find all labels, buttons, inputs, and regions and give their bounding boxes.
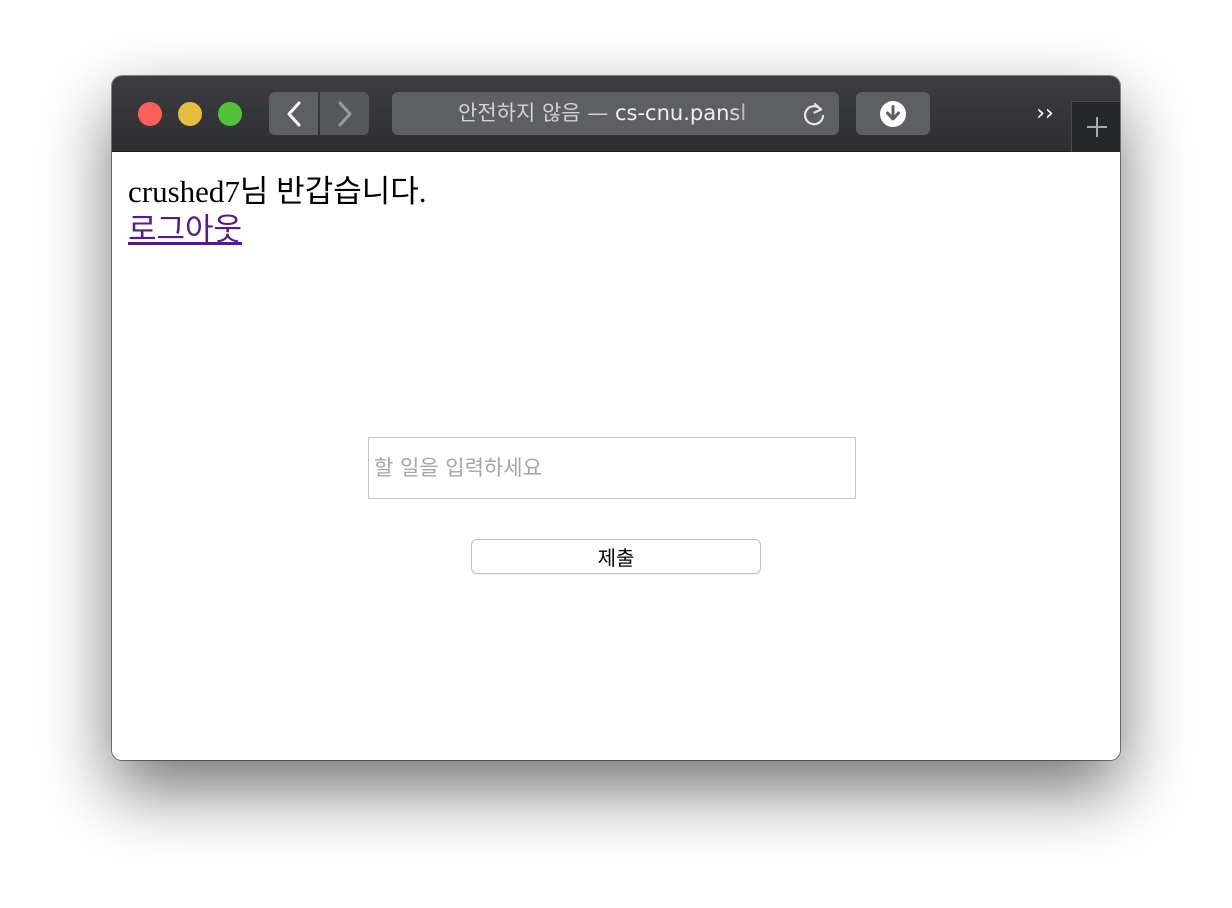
toolbar: 안전하지 않음 — cs-cnu.pansl ›› [112,76,1120,152]
page-content: crushed7님 반갑습니다. 로그아웃 제출 [112,152,1120,760]
new-tab-button[interactable] [1071,101,1120,152]
zoom-window-button[interactable] [218,102,242,126]
security-warning-label: 안전하지 않음 — [458,101,609,125]
overflow-chevron-icon[interactable]: ›› [1030,100,1060,128]
reload-icon[interactable] [800,100,828,128]
address-bar[interactable]: 안전하지 않음 — cs-cnu.pansl [392,92,839,135]
chevron-left-icon [287,101,300,126]
todo-input[interactable] [368,437,856,499]
back-button[interactable] [269,92,318,135]
close-window-button[interactable] [138,102,162,126]
logout-link[interactable]: 로그아웃 [128,204,242,249]
forward-button[interactable] [320,92,369,135]
address-host: cs-cnu.pansl [614,101,747,125]
chevron-right-icon [338,101,351,126]
download-icon [880,100,906,127]
plus-icon [1086,117,1107,137]
minimize-window-button[interactable] [178,102,202,126]
address-text: 안전하지 않음 — cs-cnu.pansl [458,92,774,135]
browser-window: 안전하지 않음 — cs-cnu.pansl ›› crushed7님 반갑습니… [112,76,1120,760]
submit-button[interactable]: 제출 [471,539,761,574]
downloads-button[interactable] [856,92,930,135]
